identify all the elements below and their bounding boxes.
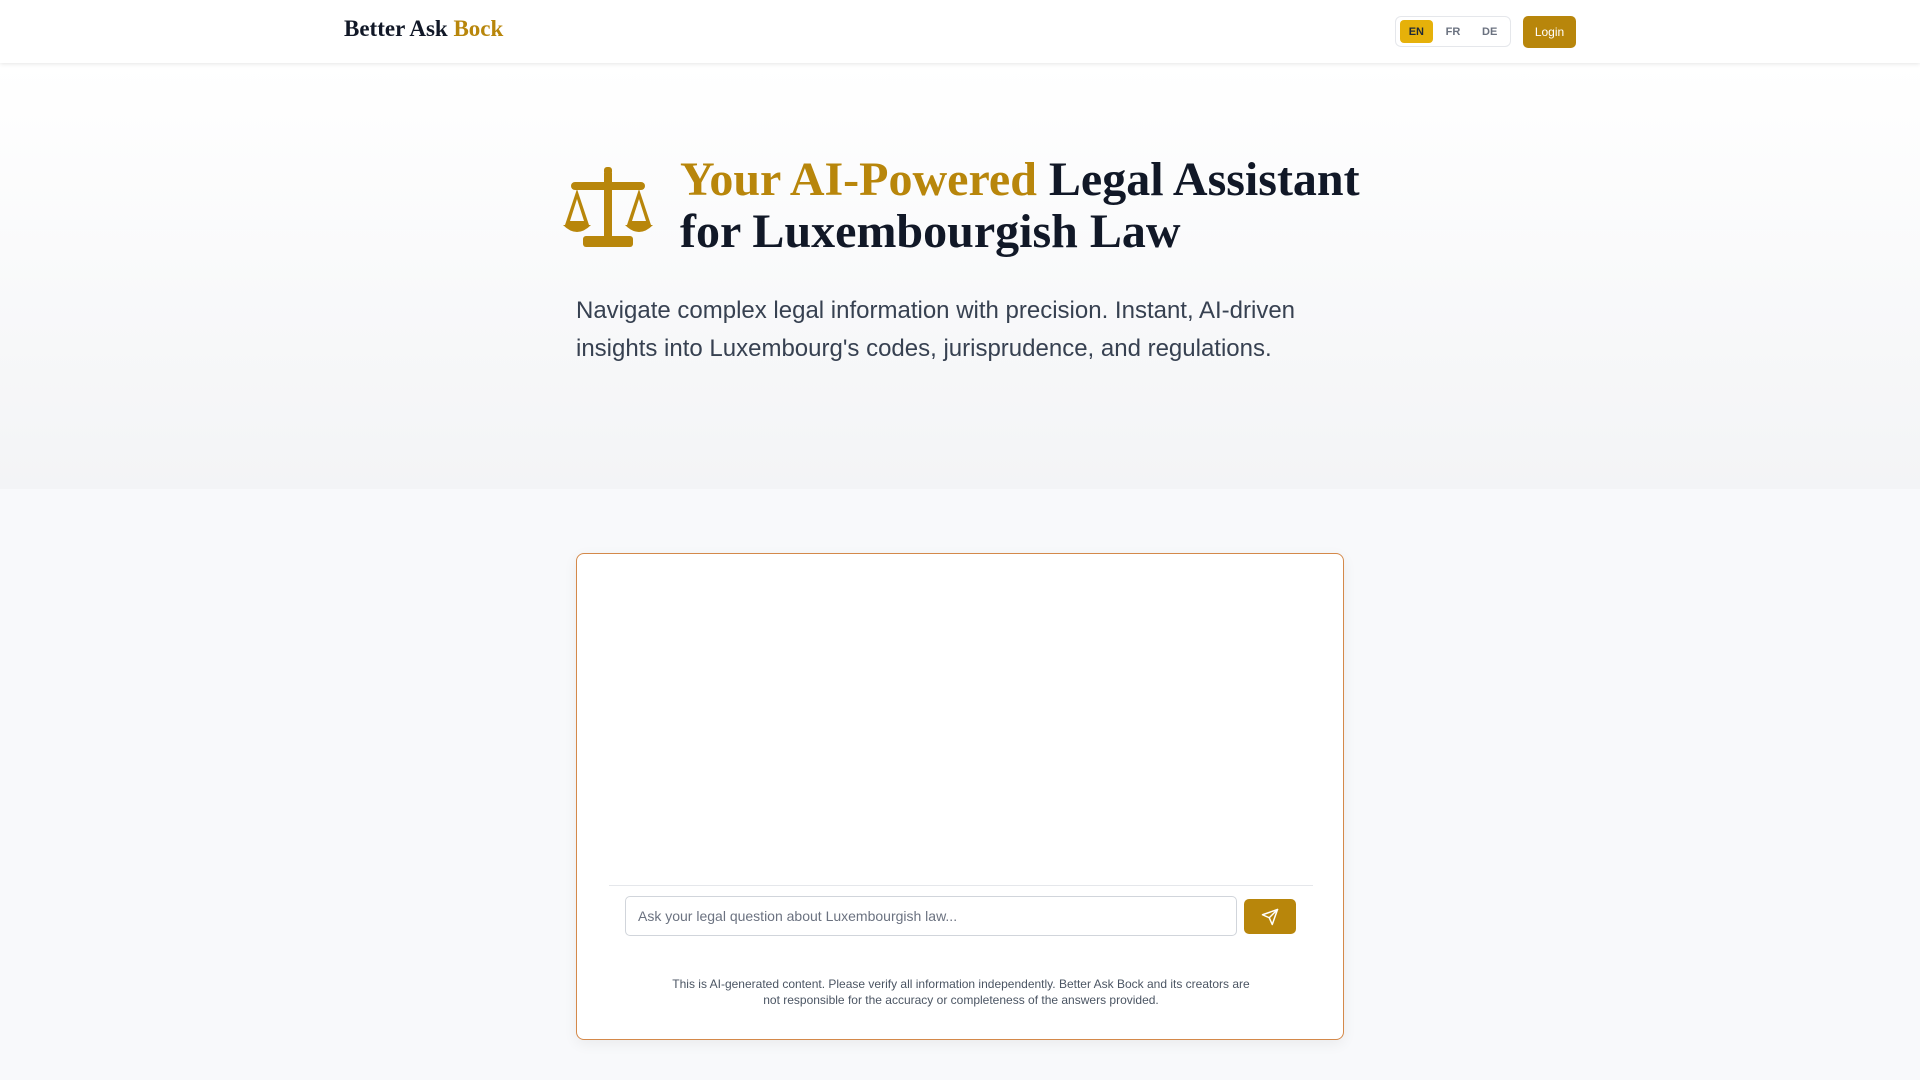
- brand-name-accent: Bock: [453, 16, 504, 41]
- hero-title-accent: Your AI-Powered: [680, 153, 1037, 206]
- chat-message-area[interactable]: [609, 554, 1313, 886]
- language-switcher: EN FR DE: [1395, 16, 1511, 47]
- top-navbar: Better Ask Bock EN FR DE Login: [0, 0, 1920, 63]
- ai-disclaimer: This is AI-generated content. Please ver…: [672, 977, 1250, 1007]
- language-option-en[interactable]: EN: [1400, 20, 1433, 43]
- language-option-de[interactable]: DE: [1473, 20, 1506, 43]
- brand-name-primary: Better Ask: [344, 16, 448, 41]
- chat-panel: This is AI-generated content. Please ver…: [576, 553, 1344, 1040]
- login-button[interactable]: Login: [1523, 16, 1576, 48]
- hero-subtitle: Navigate complex legal information with …: [576, 297, 1296, 362]
- brand-logo[interactable]: Better Ask Bock: [344, 16, 503, 42]
- question-input[interactable]: [625, 896, 1237, 936]
- hero-title: Your AI-Powered Legal Assistant for Luxe…: [680, 154, 1400, 258]
- language-option-fr[interactable]: FR: [1437, 20, 1470, 43]
- hero-section: [0, 63, 1920, 489]
- scale-of-justice-icon: [563, 167, 653, 247]
- send-icon: [1261, 908, 1279, 925]
- send-button[interactable]: [1244, 899, 1296, 934]
